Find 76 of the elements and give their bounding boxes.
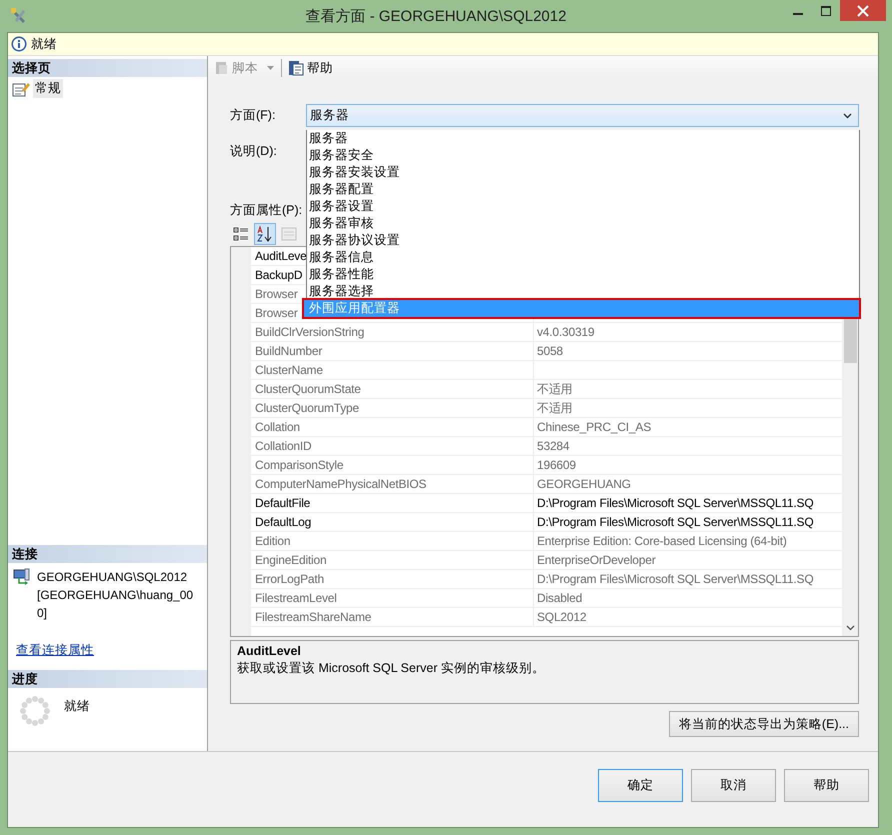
property-name: FilestreamLevel bbox=[251, 589, 534, 608]
section-header: 选择页 bbox=[8, 59, 207, 77]
property-name: ComparisonStyle bbox=[251, 456, 534, 475]
maximize-icon bbox=[821, 6, 831, 16]
dropdown-option[interactable]: 服务器设置 bbox=[307, 198, 859, 215]
progress-status: 就绪 bbox=[64, 698, 90, 715]
close-icon bbox=[857, 4, 869, 16]
property-pages-icon bbox=[281, 226, 297, 240]
dialog-button[interactable]: 帮助 bbox=[784, 769, 869, 802]
dropdown-option[interactable]: 服务器安装设置 bbox=[307, 164, 859, 181]
help-title: AuditLevel bbox=[237, 644, 302, 658]
section-header: 进度 bbox=[8, 670, 207, 688]
property-name: CollationID bbox=[251, 437, 534, 456]
dialog-button[interactable]: 确定 bbox=[598, 769, 683, 802]
property-name: Collation bbox=[251, 418, 534, 437]
caret-icon bbox=[267, 66, 274, 70]
property-name: ClusterQuorumState bbox=[251, 380, 534, 399]
page-item[interactable]: 常规 bbox=[33, 79, 63, 98]
property-value: 5058 bbox=[537, 344, 563, 358]
property-value: 不适用 bbox=[537, 382, 572, 396]
property-value: SQL2012 bbox=[537, 610, 586, 624]
property-value: GEORGEHUANG bbox=[537, 477, 631, 491]
property-name: DefaultLog bbox=[251, 513, 534, 532]
property-value: D:\Program Files\Microsoft SQL Server\MSSQL11.SQ bbox=[537, 496, 814, 510]
minimize-icon bbox=[793, 13, 803, 15]
dropdown-option[interactable]: 服务器 bbox=[307, 130, 859, 147]
property-value: D:\Program Files\Microsoft SQL Server\MSSQL11.SQ bbox=[537, 515, 814, 529]
close-button[interactable] bbox=[840, 0, 886, 21]
dropdown-option[interactable]: 服务器安全 bbox=[307, 147, 859, 164]
property-value: Enterprise Edition: Core-based Licensing (64-bit) bbox=[537, 534, 787, 548]
field-label: 说明(D): bbox=[230, 142, 278, 160]
spinner-icon bbox=[20, 696, 50, 726]
property-name: ClusterQuorumType bbox=[251, 399, 534, 418]
dropdown-option[interactable]: 服务器审核 bbox=[307, 215, 859, 232]
property-value: 196609 bbox=[537, 458, 576, 472]
property-name: ClusterName bbox=[251, 361, 534, 380]
property-name: DefaultFile bbox=[251, 494, 534, 513]
field-label: 方面(F): bbox=[230, 107, 276, 124]
scroll-icon bbox=[213, 60, 229, 76]
categorized-list-icon bbox=[233, 226, 249, 242]
property-name: BuildNumber bbox=[251, 342, 534, 361]
chevron-down-icon bbox=[843, 112, 852, 118]
properties-page-icon bbox=[12, 80, 30, 96]
dialog-button[interactable]: 取消 bbox=[691, 769, 776, 802]
property-name: Edition bbox=[251, 532, 534, 551]
help-text: 获取或设置该 Microsoft SQL Server 实例的审核级别。 bbox=[237, 660, 546, 677]
section-header: 连接 bbox=[8, 545, 207, 563]
property-name: EngineEdition bbox=[251, 551, 534, 570]
tools-icon bbox=[8, 6, 28, 26]
book-icon bbox=[288, 60, 304, 76]
server-icon bbox=[13, 568, 31, 586]
property-value: 不适用 bbox=[537, 401, 572, 415]
field-label: 方面属性(P): bbox=[230, 202, 302, 219]
property-name: ComputerNamePhysicalNetBIOS bbox=[251, 475, 534, 494]
help-button[interactable]: 帮助 bbox=[286, 58, 335, 78]
property-value: EnterpriseOrDeveloper bbox=[537, 553, 656, 567]
property-name: BuildClrVersionString bbox=[251, 323, 534, 342]
property-value: D:\Program Files\Microsoft SQL Server\MSSQL11.SQ bbox=[537, 572, 814, 586]
connection-text: GEORGEHUANG\SQL2012 [GEORGEHUANG\huang_000] bbox=[37, 569, 194, 622]
property-value: Chinese_PRC_CI_AS bbox=[537, 420, 651, 434]
info-icon bbox=[11, 36, 27, 52]
sort-az-icon bbox=[257, 224, 273, 242]
export-policy-button[interactable]: 将当前的状态导出为策略(E)... bbox=[668, 711, 859, 737]
property-value: Disabled bbox=[537, 591, 582, 605]
scroll-down-icon[interactable] bbox=[846, 625, 854, 631]
property-value: v4.0.30319 bbox=[537, 325, 594, 339]
property-name: FilestreamShareName bbox=[251, 608, 534, 627]
property-name: ErrorLogPath bbox=[251, 570, 534, 589]
status-text: 就绪 bbox=[31, 36, 57, 52]
property-value: 53284 bbox=[537, 439, 570, 453]
dropdown-option[interactable]: 服务器协议设置 bbox=[307, 232, 859, 249]
window-title: 查看方面 - GEORGEHUANG\SQL2012 bbox=[304, 6, 568, 26]
dropdown-option[interactable]: 服务器配置 bbox=[307, 181, 859, 198]
sort-alphabetical-button[interactable] bbox=[254, 222, 276, 244]
connection-properties-link[interactable]: 查看连接属性 bbox=[16, 642, 94, 659]
facet-dropdown[interactable]: 服务器 bbox=[306, 104, 859, 127]
